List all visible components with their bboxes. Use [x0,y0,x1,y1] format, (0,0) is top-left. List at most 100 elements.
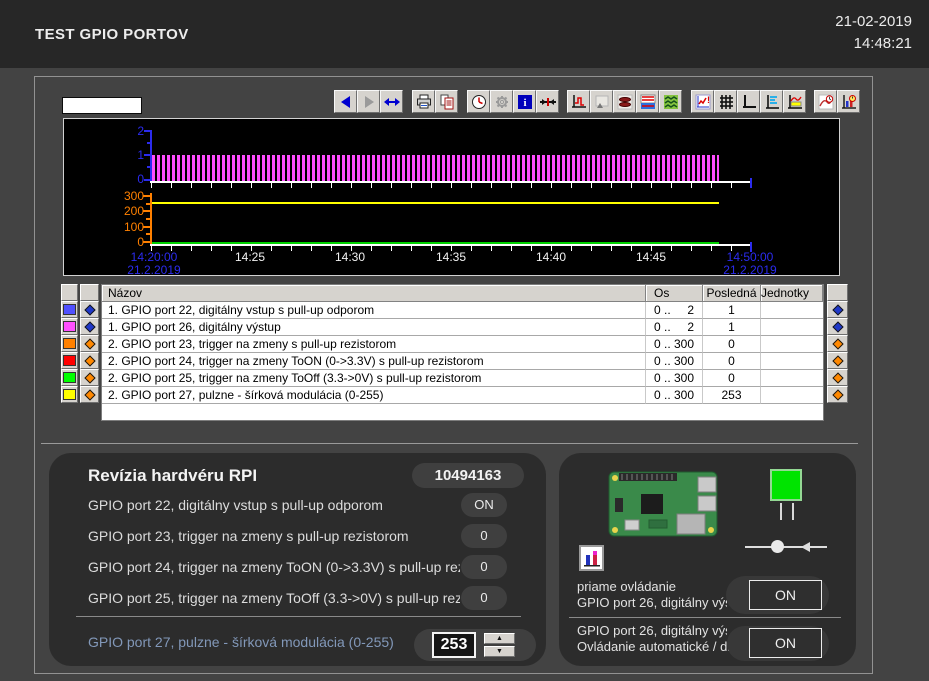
gpio25-label: GPIO port 25, trigger na zmeny ToOff (3.… [88,590,460,606]
history-trend-button[interactable] [814,90,837,113]
cell-last: 1 [703,302,761,319]
table-row[interactable]: 2. GPIO port 27, pulzne - šírková modulá… [102,387,823,404]
pwm-spinner: ▲ ▼ [484,633,515,657]
x-end-time: 14:50:00 [722,250,778,264]
series-color-button[interactable] [61,335,78,352]
gpio24-label: GPIO port 24, trigger na zmeny ToON (0->… [88,559,460,575]
axes-toggle-button[interactable] [737,90,760,113]
diamond-icon-button[interactable] [827,386,848,403]
cell-last: 1 [703,319,761,336]
series-color-button[interactable] [61,301,78,318]
alarm-view-button[interactable]: ! [691,90,714,113]
series-color-button[interactable] [61,386,78,403]
pwm-value-input[interactable]: 253 [432,632,476,658]
column-header-jednotky[interactable]: Jednotky [761,285,823,302]
slider-track[interactable] [745,546,827,548]
info-button[interactable]: i [513,90,536,113]
copy-button[interactable] [435,90,458,113]
analog-tick-300: 300 [114,189,144,203]
series-diamond-column-right [827,284,848,403]
led-leg [780,503,782,520]
digital-tick-1: 1 [122,148,144,162]
curves-view-button[interactable] [659,90,682,113]
print-button[interactable] [412,90,435,113]
fit-time-axis-button[interactable] [380,90,403,113]
zoom-axes-button[interactable] [567,90,590,113]
grid-toggle-button[interactable] [714,90,737,113]
diamond-icon-button[interactable] [80,318,99,335]
cursor-marker-button[interactable] [536,90,559,113]
column-header-os[interactable]: Os [646,285,703,302]
toolbar-group-settings: i [467,90,559,113]
section-divider [41,443,858,444]
table-header-row: Názov Os Posledná Jednotky [102,285,823,302]
diamond-icon-button[interactable] [80,301,99,318]
raspberry-pi-photo [601,468,733,542]
cell-name: 2. GPIO port 27, pulzne - šírková modulá… [102,387,646,404]
trend-chart: 2 1 0 300 200 100 0 14:20:00 21.2.2019 1… [63,118,840,276]
cell-os: 0 ..300 [646,336,703,353]
trend-readout-box[interactable] [62,97,142,114]
gpio25-value-button[interactable]: 0 [461,586,507,610]
diamond-header-cell [80,284,99,301]
table-row[interactable]: 2. GPIO port 24, trigger na zmeny ToON (… [102,353,823,370]
auto-control-caption: Ovládanie automatické / dialó [577,639,747,654]
gpio22-label: GPIO port 22, digitálny vstup s pull-up … [88,497,383,513]
series-color-button[interactable] [61,369,78,386]
diamond-icon-button[interactable] [827,335,848,352]
column-header-posledna[interactable]: Posledná [703,285,761,302]
gpio24-value-button[interactable]: 0 [461,555,507,579]
time-settings-button[interactable] [467,90,490,113]
gpio23-label: GPIO port 23, trigger na zmeny s pull-up… [88,528,409,544]
diamond-icon-button[interactable] [80,352,99,369]
auto-control-target: GPIO port 26, digitálny výstup [577,623,727,638]
gpio27-pwm-label: GPIO port 27, pulzne - šírková modulácia… [88,634,394,650]
series-color-button[interactable] [61,352,78,369]
analog-tick-100: 100 [114,220,144,234]
export-button-disabled[interactable] [590,90,613,113]
diamond-icon-button[interactable] [80,369,99,386]
direct-on-button[interactable]: ON [749,580,822,610]
green-led-graphic [770,469,802,501]
diamond-icon-button[interactable] [827,318,848,335]
series-table: Názov Os Posledná Jednotky 1. GPIO port … [101,284,824,421]
slider-thumb[interactable] [771,540,784,553]
gear-icon-button-disabled[interactable] [490,90,513,113]
diamond-icon-button[interactable] [80,335,99,352]
table-row[interactable]: 1. GPIO port 26, digitálny výstup 0 ..2 … [102,319,823,336]
x-tick: 14:25 [225,250,275,264]
axis-values-toggle-button[interactable] [760,90,783,113]
zoom-area-button[interactable] [783,90,806,113]
gpio23-value-button[interactable]: 0 [461,524,507,548]
diamond-icon-button[interactable] [827,369,848,386]
direct-on-pill: ON [726,576,829,614]
compress-rows-button[interactable] [613,90,636,113]
spinner-up-button[interactable]: ▲ [484,633,515,644]
cell-os: 0 ..2 [646,319,703,336]
cell-os: 0 ..300 [646,353,703,370]
gpio22-value-button[interactable]: ON [461,493,507,517]
realtime-trend-button[interactable] [837,90,860,113]
x-tick: 14:40 [526,250,576,264]
auto-on-button[interactable]: ON [749,628,822,658]
table-view-button[interactable] [636,90,659,113]
mini-trend-icon-button[interactable] [579,545,604,571]
column-header-nazov[interactable]: Názov [102,285,646,302]
svg-text:!: ! [707,95,710,105]
diamond-icon-button[interactable] [827,352,848,369]
panel-divider [76,616,521,617]
table-row[interactable]: 1. GPIO port 22, digitálny vstup s pull-… [102,302,823,319]
diamond-icon-button[interactable] [80,386,99,403]
digital-tick-2: 2 [122,124,144,138]
cell-last: 253 [703,387,761,404]
table-row[interactable]: 2. GPIO port 25, trigger na zmeny ToOff … [102,370,823,387]
spinner-down-button[interactable]: ▼ [484,646,515,657]
title-bar: TEST GPIO PORTOV 21-02-2019 14:48:21 [0,0,929,68]
cell-units [761,387,823,404]
table-row[interactable]: 2. GPIO port 23, trigger na zmeny s pull… [102,336,823,353]
diamond-icon-button[interactable] [827,301,848,318]
x-start-time: 14:20:00 [126,250,182,264]
scroll-right-button[interactable] [357,90,380,113]
series-color-button[interactable] [61,318,78,335]
scroll-left-button[interactable] [334,90,357,113]
